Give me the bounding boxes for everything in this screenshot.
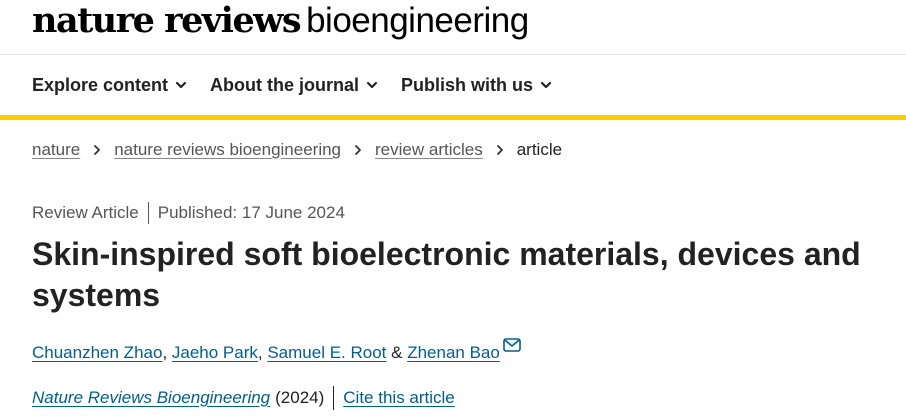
- article-meta: Review Article Published: 17 June 2024: [32, 202, 345, 224]
- nav-explore-content[interactable]: Explore content: [32, 75, 188, 96]
- author-link[interactable]: Chuanzhen Zhao: [32, 343, 162, 362]
- author-separator: ,: [257, 343, 268, 362]
- journal-logo[interactable]: nature reviews bioengineering: [32, 1, 529, 41]
- author-link[interactable]: Samuel E. Root: [267, 343, 386, 362]
- chevron-right-icon: [94, 145, 101, 155]
- main-nav: Explore content About the journal Publis…: [0, 55, 906, 120]
- citation-line: Nature Reviews Bioengineering (2024) Cit…: [32, 386, 455, 410]
- citation-divider: [333, 386, 335, 410]
- chevron-right-icon: [355, 145, 361, 155]
- citation-year: (2024): [275, 388, 325, 407]
- breadcrumb: nature nature reviews bioengineering rev…: [32, 140, 562, 160]
- journal-link[interactable]: Nature Reviews Bioengineering: [32, 388, 270, 408]
- chevron-down-icon: [540, 81, 552, 89]
- nav-publish-with-us[interactable]: Publish with us: [401, 75, 553, 96]
- author-separator: ,: [162, 343, 172, 362]
- breadcrumb-journal[interactable]: nature reviews bioengineering: [114, 140, 341, 160]
- article-title: Skin-inspired soft bioelectronic materia…: [32, 236, 861, 313]
- nav-about-journal[interactable]: About the journal: [210, 75, 379, 96]
- nav-item-label: Explore content: [32, 74, 169, 95]
- cite-this-article-link[interactable]: Cite this article: [343, 388, 454, 408]
- email-icon[interactable]: [503, 338, 521, 352]
- logo-brand: nature reviews: [32, 0, 302, 41]
- logo-journal: bioengineering: [306, 1, 529, 40]
- breadcrumb-review-articles[interactable]: review articles: [375, 140, 483, 160]
- author-link[interactable]: Jaeho Park: [172, 343, 258, 362]
- author-separator: &: [386, 343, 408, 362]
- nav-item-label: Publish with us: [401, 74, 534, 95]
- site-header: nature reviews bioengineering: [0, 0, 906, 55]
- nav-item-label: About the journal: [210, 74, 360, 95]
- article-type: Review Article: [32, 203, 139, 222]
- breadcrumb-nature[interactable]: nature: [32, 140, 80, 160]
- meta-divider: [147, 202, 149, 224]
- publish-date: Published: 17 June 2024: [157, 203, 345, 222]
- nav-list: Explore content About the journal Publis…: [32, 55, 553, 115]
- chevron-right-icon: [496, 145, 503, 155]
- corresponding-author-link[interactable]: Zhenan Bao: [407, 343, 500, 362]
- chevron-down-icon: [366, 81, 378, 89]
- breadcrumb-current: article: [516, 140, 563, 159]
- chevron-down-icon: [175, 81, 187, 89]
- author-list: Chuanzhen Zhao, Jaeho Park, Samuel E. Ro…: [32, 338, 521, 363]
